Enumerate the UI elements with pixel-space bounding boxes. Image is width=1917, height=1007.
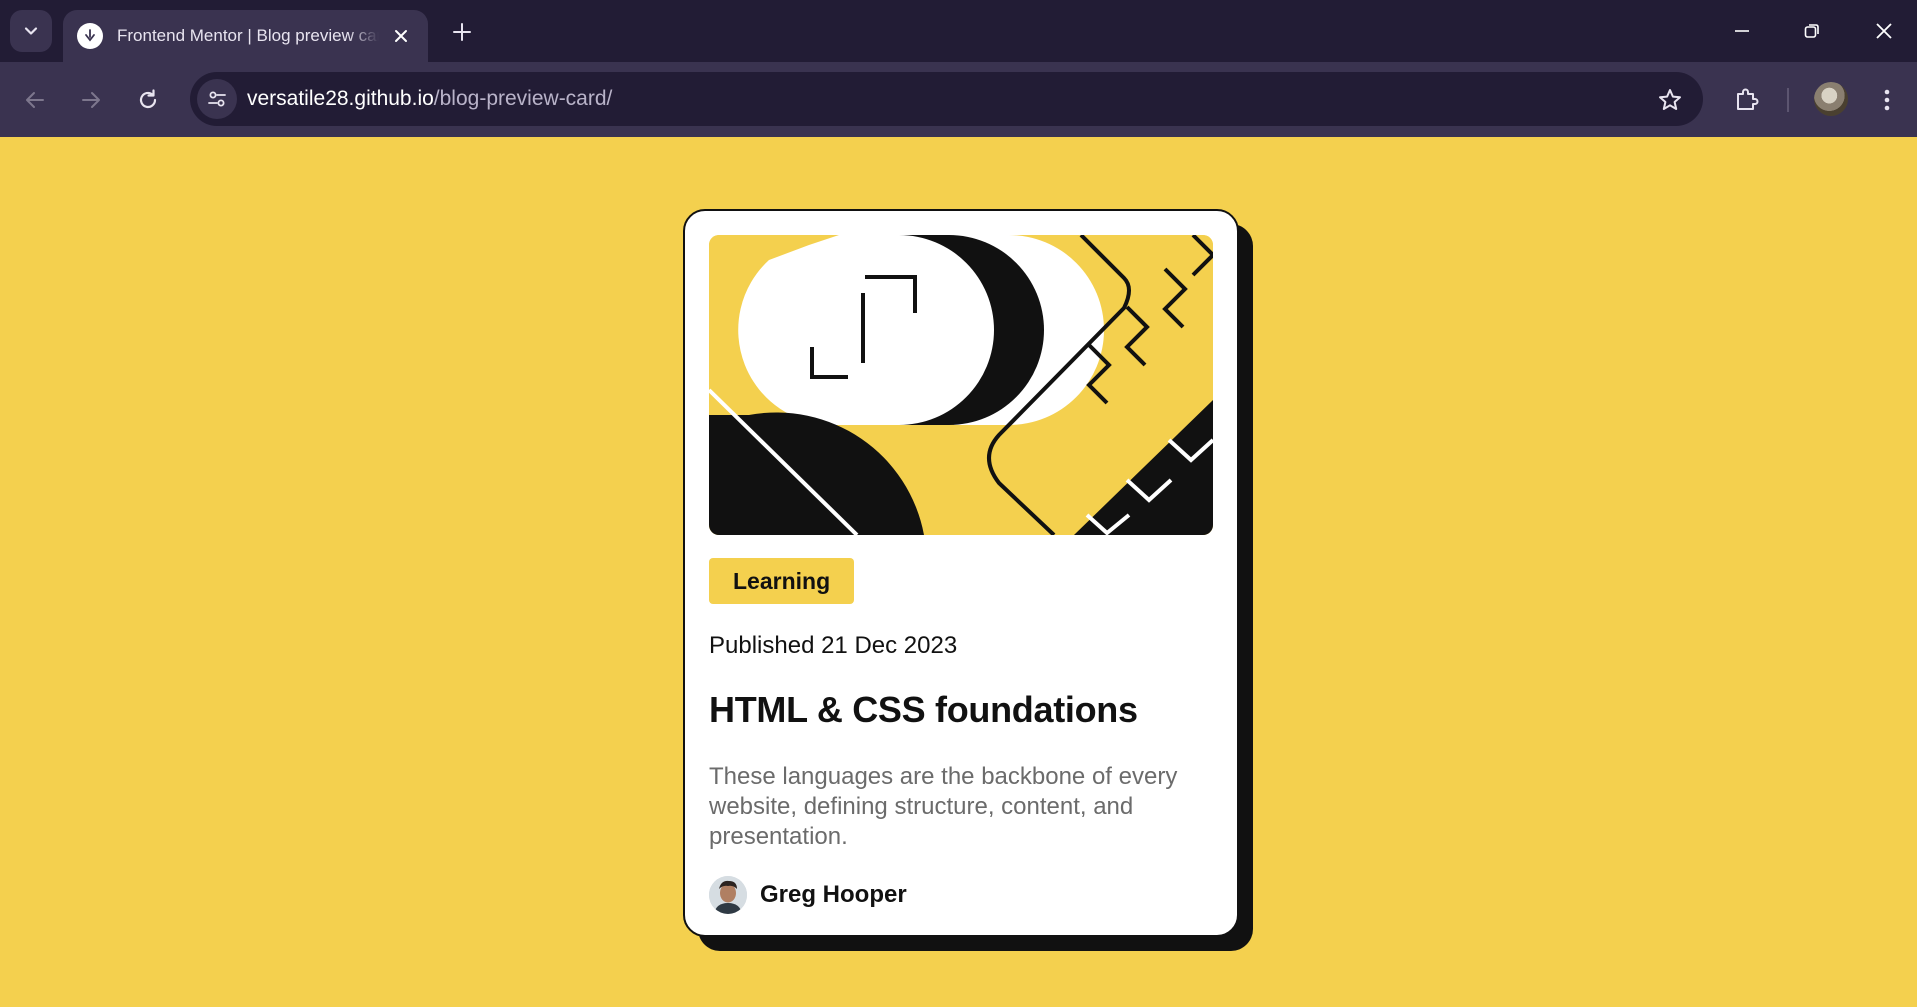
tab-title: Frontend Mentor | Blog preview card	[117, 26, 379, 45]
card-illustration	[709, 235, 1213, 535]
close-window-button[interactable]	[1864, 12, 1904, 50]
browser-toolbar: versatile28.github.io/blog-preview-card/	[0, 62, 1917, 137]
author: Greg Hooper	[709, 876, 907, 914]
reload-button[interactable]	[129, 81, 167, 119]
restore-button[interactable]	[1792, 12, 1832, 50]
puzzle-icon	[1737, 88, 1759, 110]
minimize-button[interactable]	[1722, 12, 1762, 50]
browser-menu-button[interactable]	[1873, 81, 1901, 119]
restore-icon	[1804, 24, 1819, 38]
page-viewport: Learning Published 21 Dec 2023 HTML & CS…	[0, 137, 1917, 1007]
site-info-button[interactable]	[197, 79, 237, 119]
star-icon	[1659, 89, 1681, 110]
url-host: versatile28.github.io	[247, 87, 434, 110]
address-bar[interactable]: versatile28.github.io/blog-preview-card/	[190, 72, 1703, 126]
forward-button[interactable]	[72, 81, 110, 119]
toolbar-divider	[1787, 88, 1789, 112]
frontend-mentor-favicon-icon	[77, 23, 103, 49]
published-date: Published 21 Dec 2023	[709, 632, 958, 659]
extensions-button[interactable]	[1727, 80, 1765, 118]
chevron-down-icon	[24, 27, 38, 35]
back-button[interactable]	[16, 81, 54, 119]
more-vertical-icon	[1884, 89, 1890, 111]
tab-strip: Frontend Mentor | Blog preview card	[0, 0, 1917, 62]
bookmark-button[interactable]	[1655, 85, 1685, 115]
plus-icon	[453, 23, 471, 41]
minimize-icon	[1735, 30, 1749, 32]
card-description: These languages are the backbone of ever…	[709, 763, 1178, 850]
browser-tab-active[interactable]: Frontend Mentor | Blog preview card	[63, 10, 428, 62]
close-icon	[1876, 23, 1892, 39]
blog-preview-card: Learning Published 21 Dec 2023 HTML & CS…	[683, 209, 1239, 937]
tab-search-button[interactable]	[10, 10, 52, 52]
url-text[interactable]: versatile28.github.io/blog-preview-card/	[247, 87, 612, 111]
author-avatar	[709, 876, 747, 914]
browser-chrome: Frontend Mentor | Blog preview card vers…	[0, 0, 1917, 137]
profile-avatar[interactable]	[1814, 82, 1848, 116]
arrow-right-icon	[82, 92, 100, 108]
arrow-left-icon	[26, 92, 44, 108]
url-path: /blog-preview-card/	[433, 87, 613, 110]
tune-icon	[208, 91, 226, 107]
tab-close-icon[interactable]	[388, 23, 414, 49]
category-tag: Learning	[709, 558, 855, 604]
author-name: Greg Hooper	[760, 881, 907, 908]
illustration-art	[709, 235, 1213, 535]
card-title[interactable]: HTML & CSS foundations	[709, 689, 1138, 731]
new-tab-button[interactable]	[445, 15, 479, 49]
reload-icon	[139, 89, 157, 109]
